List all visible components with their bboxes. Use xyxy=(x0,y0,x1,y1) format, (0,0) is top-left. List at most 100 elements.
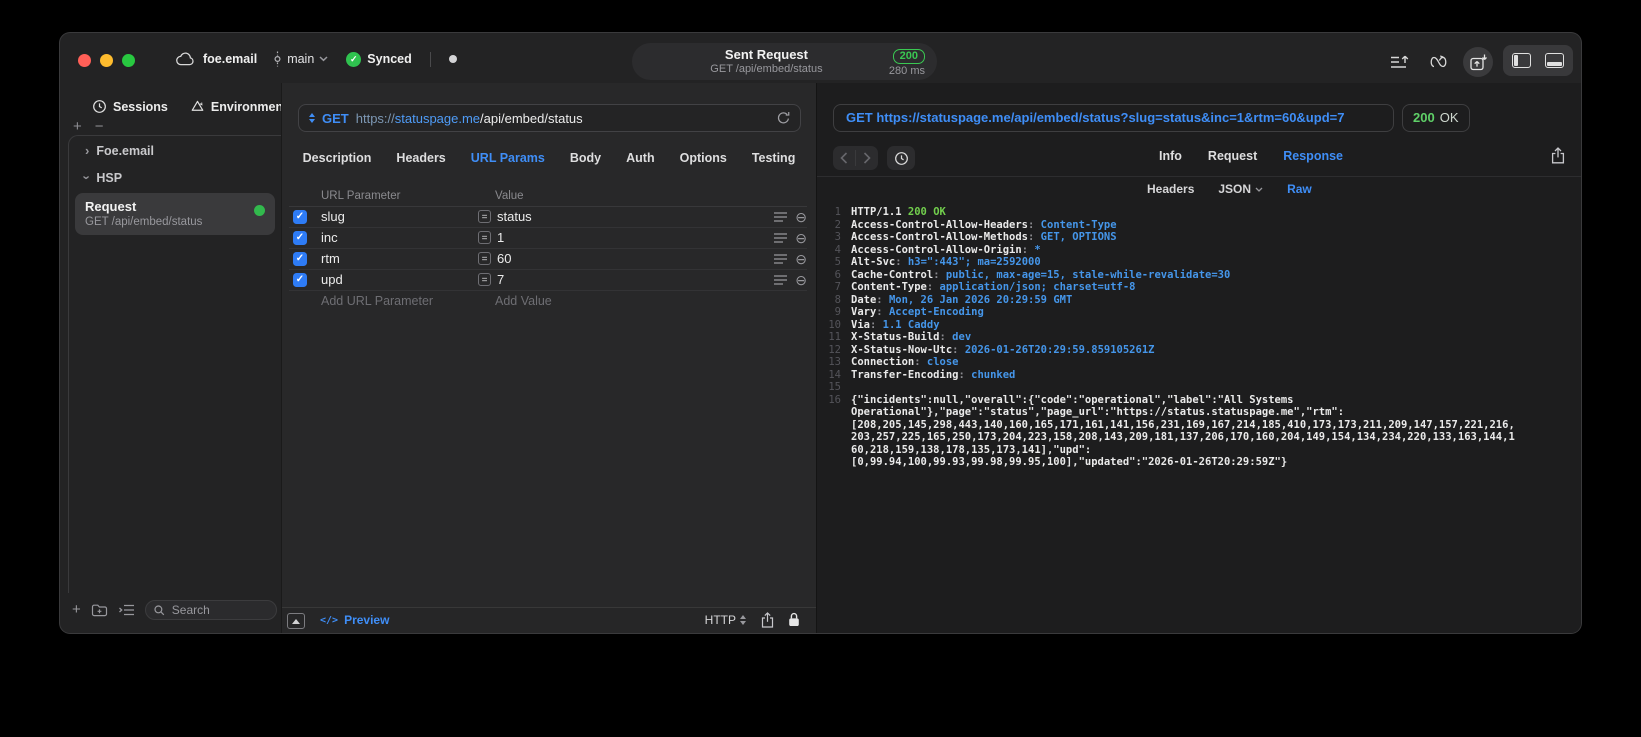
request-url[interactable]: https://statuspage.me/api/embed/status xyxy=(356,111,583,126)
resend-request-icon[interactable] xyxy=(776,110,791,126)
subtab-headers[interactable]: Headers xyxy=(1147,182,1194,196)
search-field[interactable] xyxy=(144,600,277,620)
share-icon[interactable] xyxy=(761,612,774,628)
url-scheme: https:// xyxy=(355,110,395,126)
param-checkbox[interactable]: ✓ xyxy=(293,252,307,266)
flow-icon[interactable] xyxy=(1425,49,1451,75)
code-line: 203,257,225,165,250,173,204,223,158,208,… xyxy=(817,431,1581,444)
code-line: 7 Content-Type: application/json; charset… xyxy=(817,281,1581,294)
chevron-down-icon xyxy=(1255,187,1263,192)
tab-testing[interactable]: Testing xyxy=(752,151,796,165)
add-session-button[interactable]: + xyxy=(73,119,82,134)
project-name[interactable]: foe.email xyxy=(203,52,257,66)
remove-param-icon[interactable]: ⊖ xyxy=(795,251,807,267)
tab-info[interactable]: Info xyxy=(1159,149,1182,163)
sidebar: Sessions Environments + − › Foe.email › … xyxy=(60,83,294,633)
tab-options[interactable]: Options xyxy=(680,151,727,165)
preview-button[interactable]: </> Preview xyxy=(320,613,389,627)
zoom-window-button[interactable] xyxy=(122,54,135,67)
add-value-placeholder[interactable]: Add Value xyxy=(495,294,552,308)
line-content: Operational"},"page":"status","page_url"… xyxy=(851,406,1345,418)
remove-param-icon[interactable]: ⊖ xyxy=(795,272,807,288)
equals-icon: = xyxy=(478,252,491,265)
param-checkbox[interactable]: ✓ xyxy=(293,210,307,224)
subtab-json[interactable]: JSON xyxy=(1218,182,1263,196)
param-value[interactable]: 1 xyxy=(497,230,504,245)
minimize-window-button[interactable] xyxy=(100,54,113,67)
param-name[interactable]: upd xyxy=(321,272,343,287)
subtab-raw[interactable]: Raw xyxy=(1287,182,1312,196)
request-response-panel-icon[interactable] xyxy=(1463,47,1493,77)
new-folder-icon[interactable] xyxy=(91,603,108,617)
param-name[interactable]: rtm xyxy=(321,251,340,266)
add-request-button[interactable]: + xyxy=(72,602,81,617)
protocol-stepper-icon xyxy=(740,615,746,625)
equals-icon: = xyxy=(478,231,491,244)
remove-param-icon[interactable]: ⊖ xyxy=(795,230,807,246)
param-checkbox[interactable]: ✓ xyxy=(293,273,307,287)
tree-group-foe-email[interactable]: › Foe.email xyxy=(69,138,281,163)
branch-selector[interactable]: main xyxy=(273,51,328,67)
row-options-icon[interactable] xyxy=(774,254,787,264)
tab-sessions[interactable]: Sessions xyxy=(92,99,168,114)
toggle-sidebar-icon[interactable] xyxy=(1512,53,1531,68)
request-editor-tabs: Description Headers URL Params Body Auth Opti… xyxy=(282,151,816,165)
row-options-icon[interactable] xyxy=(774,212,787,222)
row-options-icon[interactable] xyxy=(774,275,787,285)
remove-session-button[interactable]: − xyxy=(95,119,104,134)
line-number: 1 xyxy=(834,206,841,218)
branch-name: main xyxy=(287,52,315,66)
toggle-bottom-panel-icon[interactable] xyxy=(1545,53,1564,68)
add-param-row[interactable]: Add URL Parameter Add Value xyxy=(289,291,807,311)
sent-request-line[interactable]: GET https://statuspage.me/api/embed/stat… xyxy=(833,104,1394,132)
add-param-placeholder[interactable]: Add URL Parameter xyxy=(321,294,433,308)
tab-environments[interactable]: Environments xyxy=(190,99,294,114)
line-content: 60,218,159,138,178,135,173,141],"upd": xyxy=(851,443,1092,456)
param-checkbox[interactable]: ✓ xyxy=(293,231,307,245)
param-row: ✓ upd = 7 ⊖ xyxy=(289,270,807,291)
tab-request[interactable]: Request xyxy=(1208,149,1257,163)
lock-icon[interactable] xyxy=(788,612,800,627)
tab-body[interactable]: Body xyxy=(570,151,601,165)
param-value[interactable]: status xyxy=(497,209,532,224)
sidebar-item-request[interactable]: Request GET /api/embed/status xyxy=(75,193,275,235)
param-value[interactable]: 7 xyxy=(497,272,504,287)
status-code: 200 xyxy=(1413,110,1435,125)
search-input[interactable] xyxy=(169,602,274,618)
method-stepper-icon[interactable] xyxy=(309,113,315,123)
param-name[interactable]: inc xyxy=(321,230,338,245)
code-line: 13 Connection: close xyxy=(817,356,1581,369)
forward-button[interactable] xyxy=(856,146,878,170)
sync-status[interactable]: ✓ Synced xyxy=(346,51,412,67)
code-line: 60,218,159,138,178,135,173,141],"upd": xyxy=(817,444,1581,457)
param-name[interactable]: slug xyxy=(321,209,345,224)
export-response-icon[interactable] xyxy=(1551,147,1565,164)
line-content: Cache-Control: public, max-age=15, stale… xyxy=(851,268,1231,281)
tree-group-hsp[interactable]: › HSP xyxy=(69,165,281,190)
row-options-icon[interactable] xyxy=(774,233,787,243)
tab-sessions-label: Sessions xyxy=(113,99,168,114)
tab-auth[interactable]: Auth xyxy=(626,151,654,165)
line-number: 7 xyxy=(834,281,841,293)
timing-button[interactable] xyxy=(887,146,915,170)
tab-headers[interactable]: Headers xyxy=(396,151,445,165)
import-export-icon[interactable] xyxy=(1387,49,1413,75)
group-list-icon[interactable] xyxy=(118,604,135,616)
code-line: 14 Transfer-Encoding: chunked xyxy=(817,369,1581,382)
line-number: 10 xyxy=(828,318,841,331)
line-content: [208,205,145,298,443,140,160,165,171,161… xyxy=(851,418,1515,431)
param-value[interactable]: 60 xyxy=(497,251,511,266)
tab-response[interactable]: Response xyxy=(1283,149,1343,163)
close-window-button[interactable] xyxy=(78,54,91,67)
protocol-selector[interactable]: HTTP xyxy=(705,613,746,627)
back-button[interactable] xyxy=(833,146,855,170)
sent-request-subtitle: GET /api/embed/status xyxy=(710,62,823,75)
remove-param-icon[interactable]: ⊖ xyxy=(795,209,807,225)
tab-url-params[interactable]: URL Params xyxy=(471,151,545,165)
response-raw-view[interactable]: 1 HTTP/1.1 200 OK 2 Access-Control-Allow-He… xyxy=(817,201,1581,633)
sent-request-pill[interactable]: Sent Request GET /api/embed/status 200 2… xyxy=(632,43,937,80)
method-label[interactable]: GET xyxy=(322,111,349,126)
tab-description[interactable]: Description xyxy=(303,151,372,165)
expand-editor-icon[interactable] xyxy=(287,613,305,629)
request-url-bar[interactable]: GET https://statuspage.me/api/embed/stat… xyxy=(298,104,801,132)
